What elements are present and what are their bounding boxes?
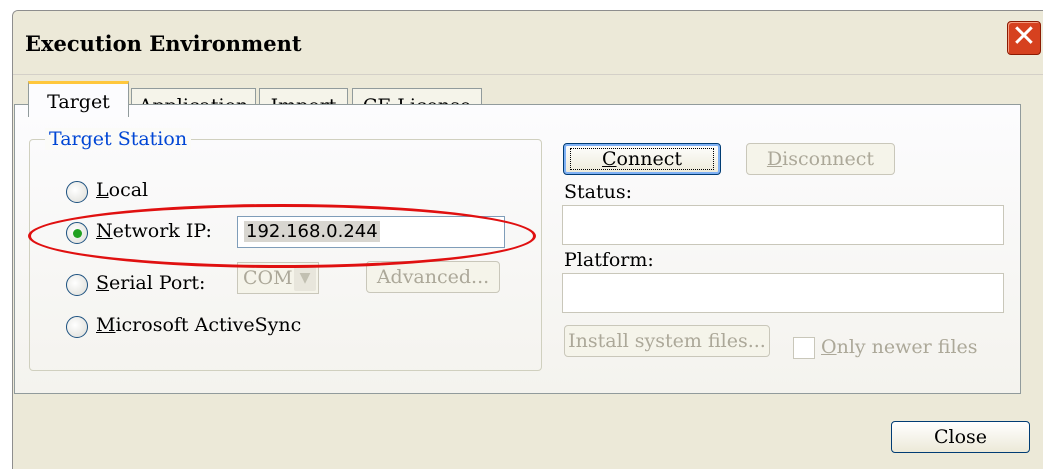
title-bar[interactable]: Execution Environment ✕: [13, 11, 1043, 75]
serial-port-select[interactable]: COM1 ▼: [237, 262, 319, 294]
target-station-group: [29, 139, 542, 371]
platform-label: Platform:: [564, 249, 654, 271]
tab-target[interactable]: Target: [28, 81, 129, 117]
serial-port-radio[interactable]: [66, 274, 88, 296]
radio-selected-dot: [73, 229, 82, 238]
activesync-label[interactable]: Microsoft ActiveSync: [96, 314, 301, 336]
network-ip-input[interactable]: 192.168.0.244: [237, 216, 505, 248]
focus-rect: [570, 148, 714, 170]
local-radio[interactable]: [66, 181, 88, 203]
status-label: Status:: [564, 181, 633, 203]
local-label[interactable]: Local: [96, 179, 148, 201]
chevron-down-icon: ▼: [294, 265, 316, 291]
network-ip-radio[interactable]: [66, 222, 88, 244]
activesync-radio[interactable]: [66, 316, 88, 338]
close-icon: ✕: [1011, 19, 1037, 54]
target-station-title: Target Station: [45, 128, 192, 150]
only-newer-checkbox[interactable]: [793, 337, 815, 359]
ip-value-selected: 192.168.0.244: [244, 221, 380, 242]
platform-field: [562, 273, 1004, 313]
connect-button[interactable]: Connect: [563, 143, 721, 175]
only-newer-label[interactable]: Only newer files: [821, 336, 978, 358]
close-button[interactable]: Close: [891, 421, 1030, 453]
status-field: [562, 205, 1004, 245]
network-ip-label[interactable]: Network IP:: [96, 220, 212, 242]
serial-port-label[interactable]: Serial Port:: [96, 272, 205, 294]
install-system-files-button[interactable]: Install system files...: [564, 325, 770, 357]
advanced-button[interactable]: Advanced...: [366, 261, 500, 293]
dialog-title: Execution Environment: [25, 31, 302, 56]
disconnect-button[interactable]: Disconnect: [746, 143, 895, 175]
close-window-button[interactable]: ✕: [1007, 21, 1041, 55]
